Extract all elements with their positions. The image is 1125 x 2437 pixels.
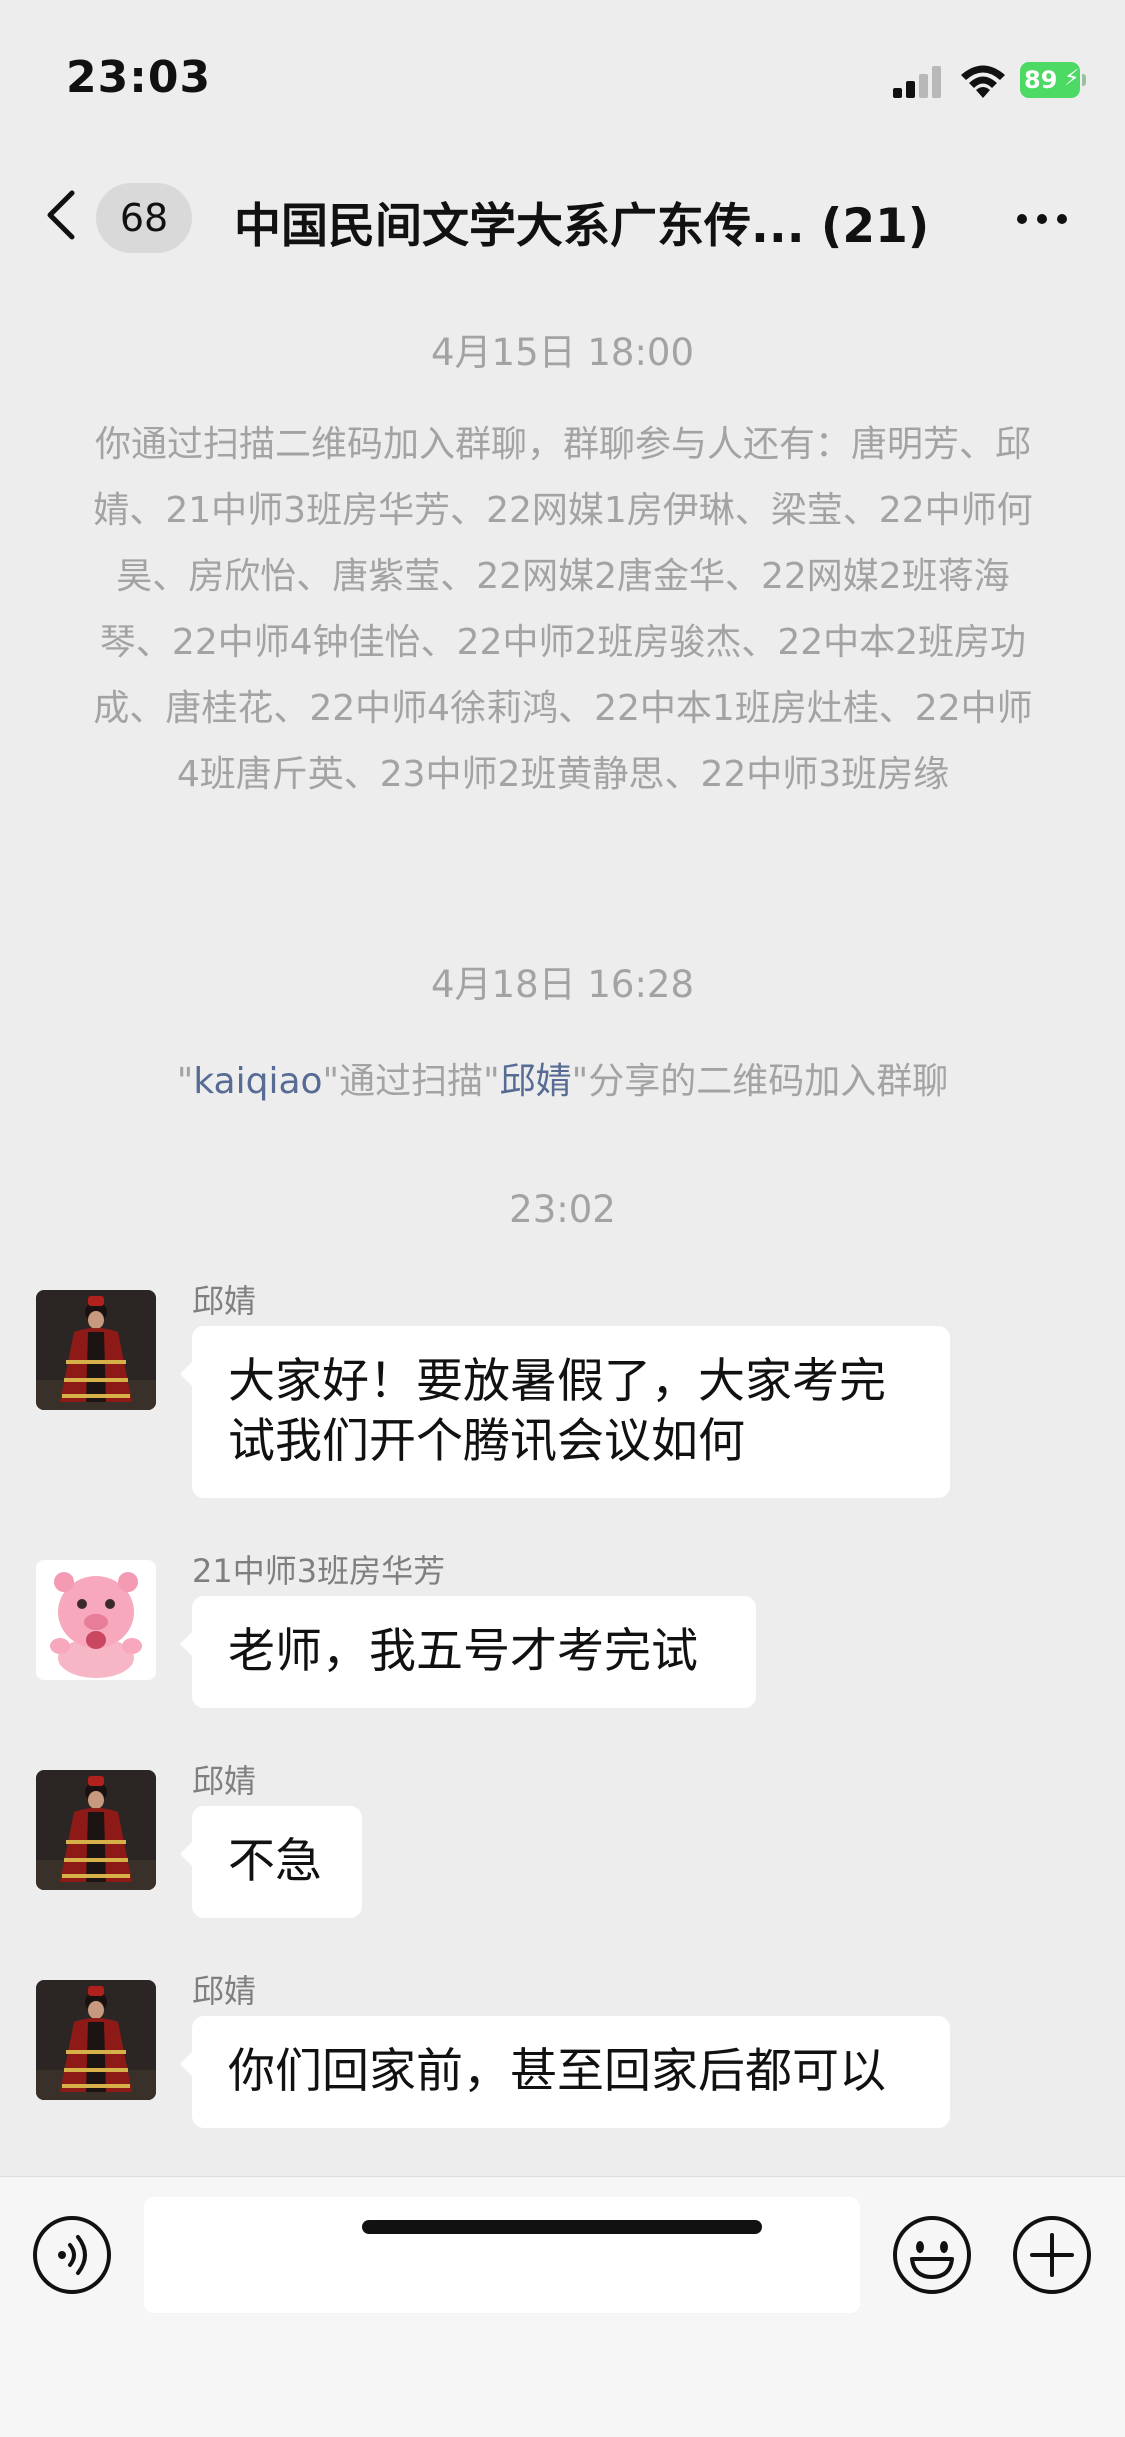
message-bubble[interactable]: 大家好！要放暑假了，大家考完试我们开个腾讯会议如何	[180, 1326, 950, 1498]
message-bubble[interactable]: 你们回家前，甚至回家后都可以	[180, 2016, 950, 2128]
battery-tip	[1082, 74, 1086, 86]
avatar-image	[36, 1290, 156, 1410]
sender-name: 邱婧	[192, 1282, 257, 1320]
input-toolbar	[0, 2176, 1125, 2437]
plus-icon[interactable]	[1012, 2215, 1092, 2295]
scan-join-notice: "kaiqiao"通过扫描"邱婧"分享的二维码加入群聊	[0, 1052, 1125, 1104]
avatar[interactable]	[36, 1560, 156, 1680]
timestamp: 23:02	[509, 1188, 616, 1231]
status-bar: 23:03 89 ⚡	[0, 0, 1125, 150]
avatar-image	[36, 1560, 156, 1680]
timestamp: 4月18日 16:28	[430, 963, 694, 1006]
user-link-sharer[interactable]: 邱婧	[500, 1061, 572, 1102]
unread-count-badge[interactable]: 68	[96, 183, 192, 253]
avatar[interactable]	[36, 1980, 156, 2100]
avatar[interactable]	[36, 1770, 156, 1890]
emoji-icon[interactable]	[892, 2215, 972, 2295]
message-bubble[interactable]: 不急	[180, 1806, 362, 1918]
sender-name: 邱婧	[192, 1972, 257, 2010]
chat-header: 68 中国民间文学大系广东传... (21)	[0, 165, 1125, 265]
more-options-icon[interactable]	[1014, 199, 1070, 239]
avatar-image	[36, 1980, 156, 2100]
user-link-kaiqiao[interactable]: kaiqiao	[193, 1061, 322, 1102]
battery-icon: 89 ⚡	[1020, 62, 1086, 98]
timestamp: 4月15日 18:00	[430, 331, 694, 374]
notice-text: "	[176, 1061, 194, 1102]
message-input[interactable]	[144, 2197, 860, 2313]
message-bubble[interactable]: 老师，我五号才考完试	[180, 1596, 756, 1708]
charging-bolt-icon: ⚡	[1064, 66, 1080, 91]
cellular-signal-icon	[893, 66, 941, 98]
notice-text: "分享的二维码加入群聊	[571, 1061, 949, 1102]
status-time: 23:03	[66, 52, 212, 103]
back-chevron-icon[interactable]	[40, 187, 80, 243]
sender-name: 21中师3班房华芳	[192, 1552, 446, 1590]
wifi-icon	[961, 65, 1005, 98]
voice-input-icon[interactable]	[32, 2215, 112, 2295]
chat-title: 中国民间文学大系广东传... (21)	[234, 199, 930, 254]
join-notice: 你通过扫描二维码加入群聊，群聊参与人还有：唐明芳、邱婧、21中师3班房华芳、22…	[93, 424, 1033, 795]
sender-name: 邱婧	[192, 1762, 257, 1800]
avatar-image	[36, 1770, 156, 1890]
notice-text: "通过扫描"	[322, 1061, 500, 1102]
home-indicator[interactable]	[362, 2220, 762, 2234]
avatar[interactable]	[36, 1290, 156, 1410]
